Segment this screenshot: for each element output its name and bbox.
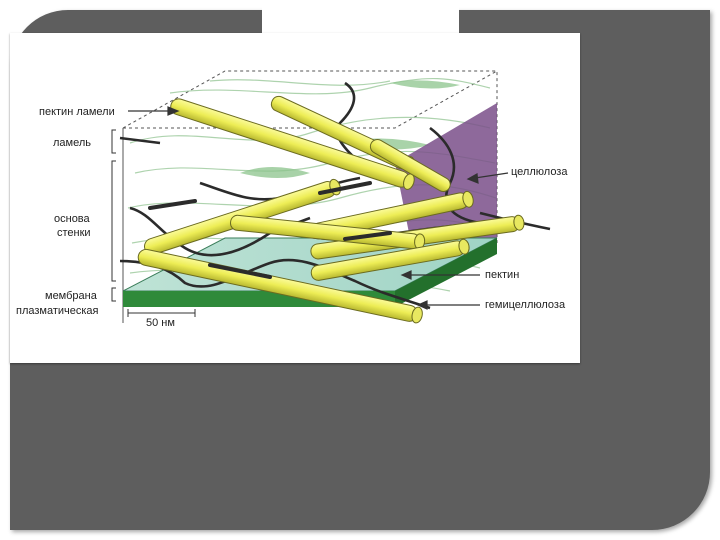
label-cellulose: целлюлоза — [511, 166, 568, 178]
label-pectin: пектин — [485, 269, 520, 281]
label-membrane-line1: мембрана — [45, 290, 97, 302]
label-wall-base-line2: стенки — [57, 227, 91, 239]
label-lamella: ламель — [53, 137, 92, 149]
scale-bar — [127, 309, 196, 317]
label-pectin-lamella: пектин ламели — [39, 106, 115, 118]
label-scale: 50 нм — [146, 317, 175, 329]
title-card — [262, 2, 459, 35]
label-brackets — [111, 129, 116, 302]
label-wall-base-line1: основа — [54, 213, 90, 225]
label-membrane-line2: плазматическая — [16, 305, 99, 317]
label-hemicellulose: гемицеллюлоза — [485, 299, 566, 311]
cell-wall-diagram: пектин ламели ламель основа стенки мембр… — [10, 33, 580, 363]
